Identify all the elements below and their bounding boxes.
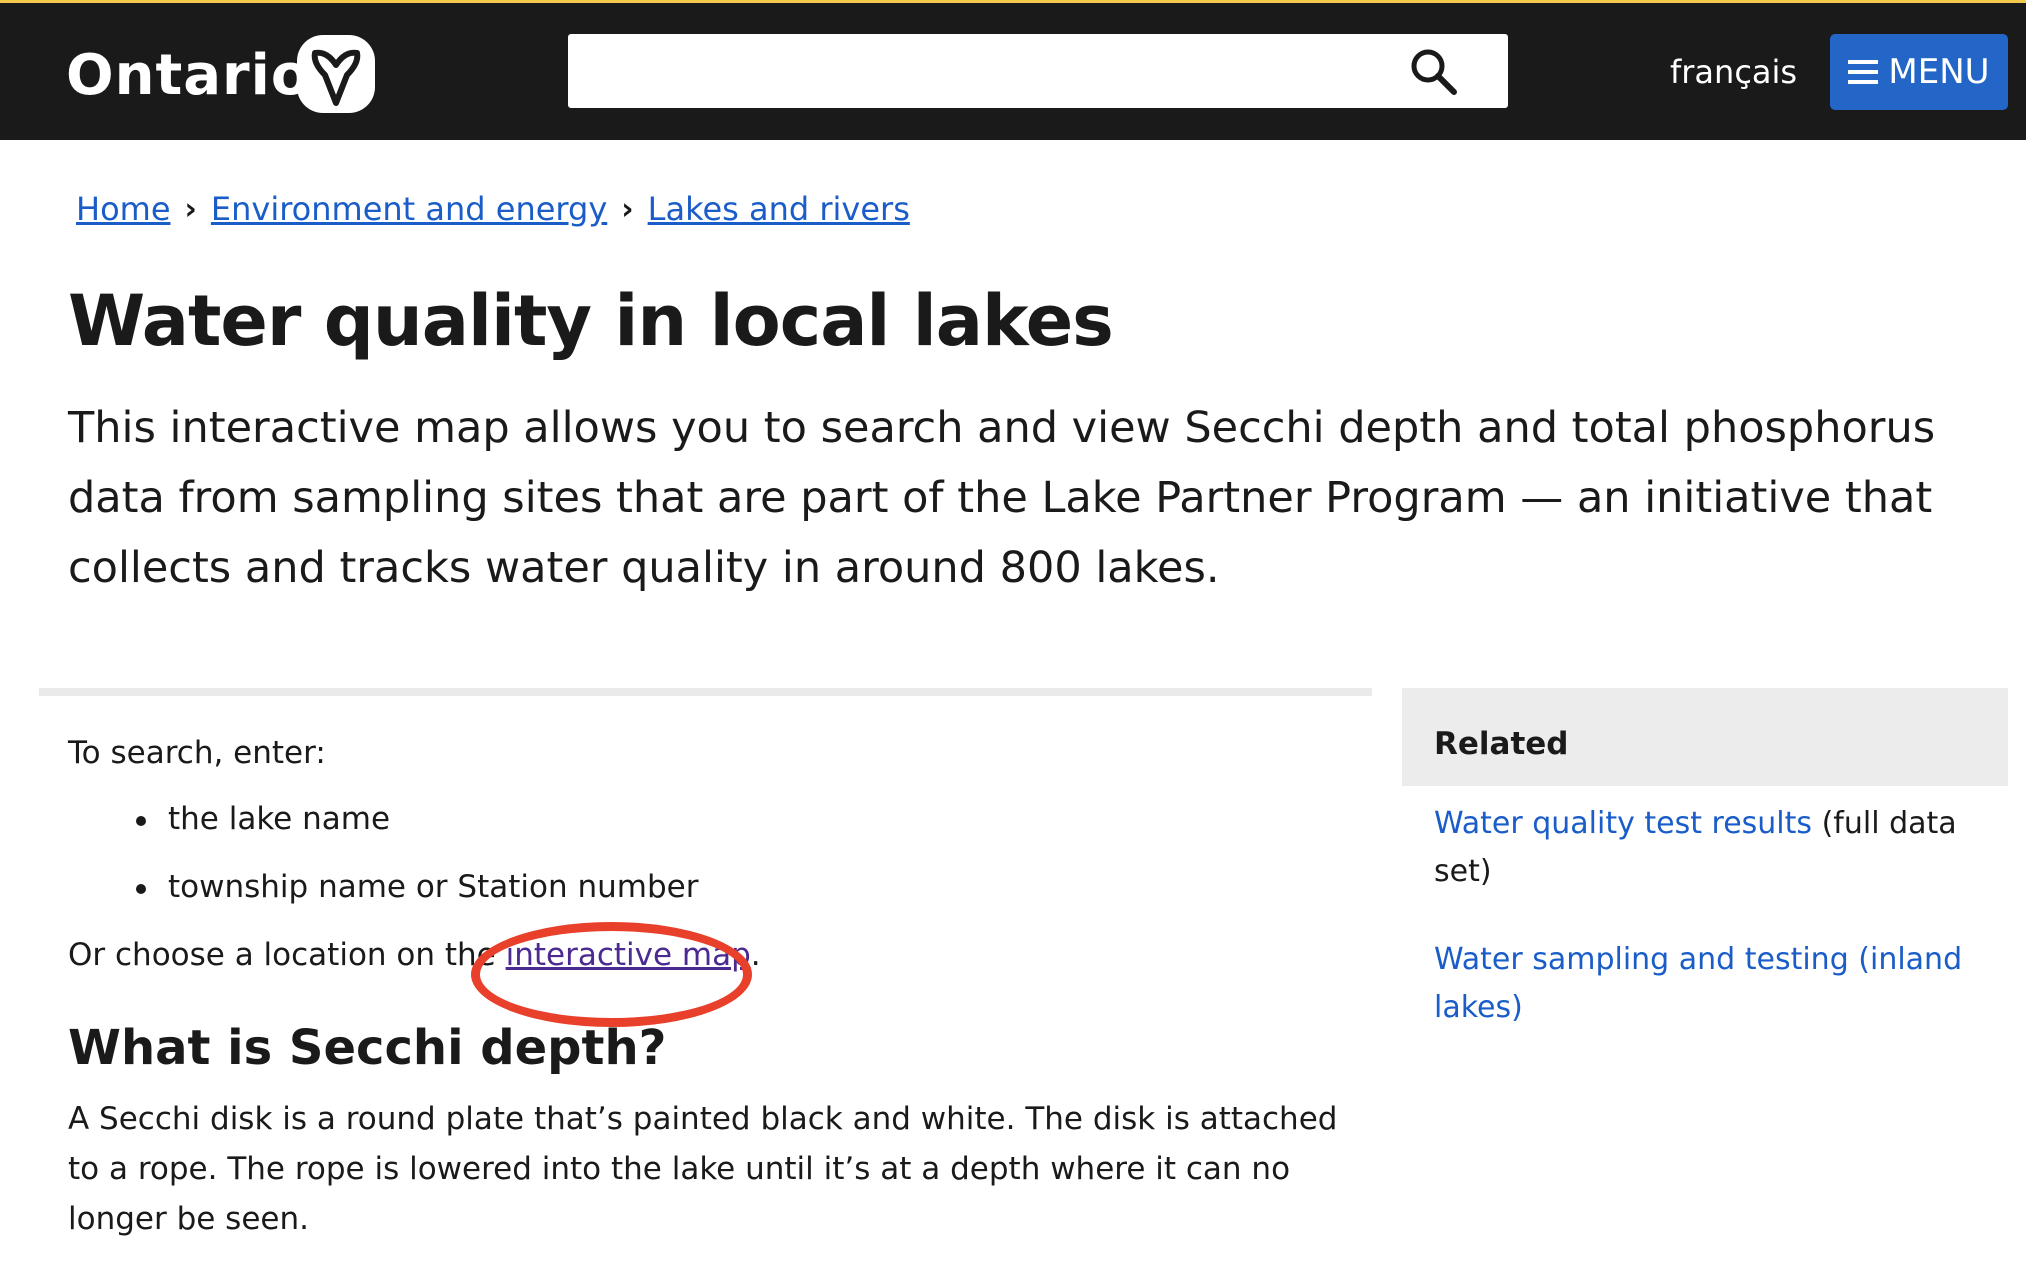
list-item: township name or Station number (136, 862, 1368, 912)
language-toggle[interactable]: français (1670, 53, 1797, 91)
water-sampling-link[interactable]: Water sampling and testing (inland lakes… (1434, 942, 1962, 1025)
choose-prefix: Or choose a location on the (68, 937, 506, 973)
breadcrumb: Home › Environment and energy › Lakes an… (76, 190, 910, 228)
ontario-logo[interactable]: Ontario (66, 43, 310, 108)
secchi-heading: What is Secchi depth? (68, 1020, 667, 1076)
choose-suffix: . (750, 937, 761, 973)
annotation-circle (471, 922, 752, 1027)
search-intro: To search, enter: (68, 735, 326, 771)
breadcrumb-environment[interactable]: Environment and energy (211, 190, 607, 228)
breadcrumb-home[interactable]: Home (76, 190, 171, 228)
divider (39, 688, 1372, 696)
menu-button[interactable]: MENU (1830, 34, 2008, 110)
related-box: Related (1402, 688, 2008, 786)
secchi-paragraph: A Secchi disk is a round plate that’s pa… (68, 1101, 1338, 1237)
related-links: Water quality test results (full data se… (1434, 800, 1994, 1072)
search-options-list: the lake name township name or Station n… (136, 794, 1368, 912)
related-item: Water sampling and testing (inland lakes… (1434, 936, 1994, 1032)
breadcrumb-lakes[interactable]: Lakes and rivers (648, 190, 910, 228)
hamburger-icon (1848, 60, 1879, 84)
search-icon[interactable] (1408, 46, 1458, 96)
related-item: Water quality test results (full data se… (1434, 800, 1994, 896)
water-quality-results-link[interactable]: Water quality test results (1434, 806, 1812, 841)
search-input[interactable] (568, 34, 1508, 108)
page-title: Water quality in local lakes (68, 280, 1114, 362)
trillium-logo-icon[interactable] (297, 35, 375, 113)
list-item: the lake name (136, 794, 1368, 844)
site-header: Ontario français MENU (0, 3, 2026, 140)
chevron-right-icon: › (184, 191, 197, 227)
lead-paragraph: This interactive map allows you to searc… (68, 403, 1936, 593)
menu-label: MENU (1888, 52, 1990, 92)
related-heading: Related (1434, 726, 1569, 762)
chevron-right-icon: › (621, 191, 634, 227)
